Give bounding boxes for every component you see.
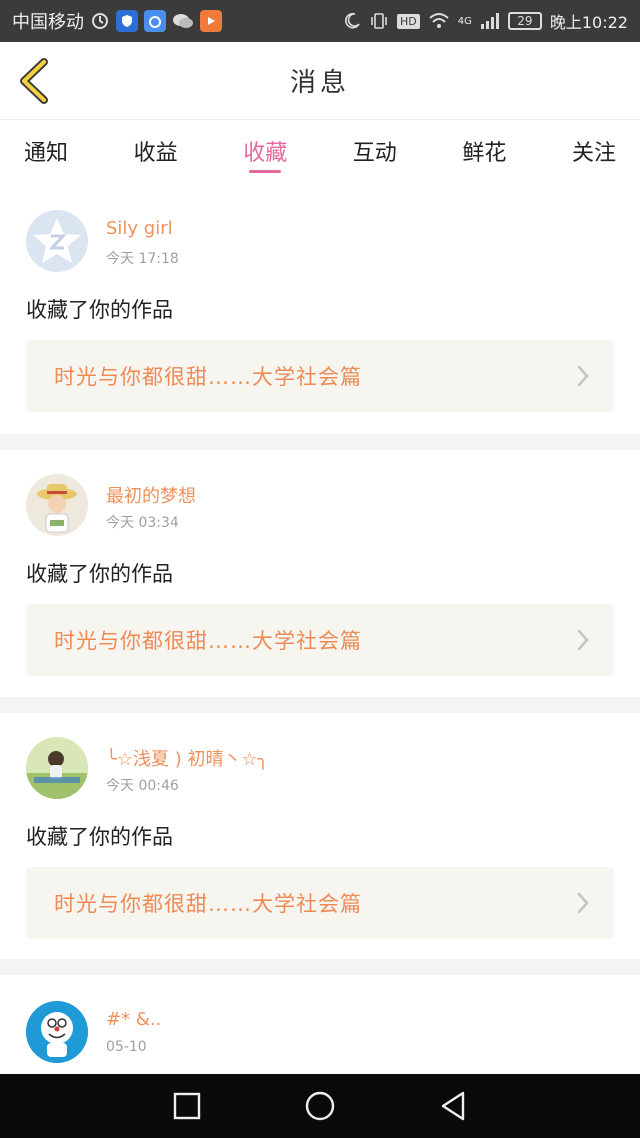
work-title: 时光与你都很甜……大学社会篇 xyxy=(54,365,362,389)
video-app-icon xyxy=(200,10,222,32)
tab-notifications[interactable]: 通知 xyxy=(24,121,68,183)
chevron-right-icon xyxy=(577,365,589,387)
username[interactable]: 最初的梦想 xyxy=(106,482,196,508)
message-card: 最初的梦想 今天 03:34 收藏了你的作品 时光与你都很甜……大学社会篇 xyxy=(0,450,640,696)
chevron-right-icon xyxy=(577,892,589,914)
shield-app-icon xyxy=(116,10,138,32)
avatar[interactable] xyxy=(26,737,88,799)
vibrate-icon xyxy=(369,11,389,31)
chevron-left-icon xyxy=(20,58,48,104)
recent-apps-button[interactable] xyxy=(163,1082,211,1130)
message-card: ╰☆浅夏 ) 初晴丶☆╮ 今天 00:46 收藏了你的作品 时光与你都很甜……大… xyxy=(0,713,640,959)
action-text: 收藏了你的作品 xyxy=(26,562,173,586)
action-text: 收藏了你的作品 xyxy=(26,825,173,849)
wechat-icon xyxy=(172,11,194,31)
network-label: 4G xyxy=(457,15,472,27)
tab-follows[interactable]: 关注 xyxy=(572,121,616,183)
tab-interactions[interactable]: 互动 xyxy=(353,121,397,183)
message-card: #* &.. 05-10 xyxy=(0,975,640,1075)
divider xyxy=(0,434,640,450)
circle-icon xyxy=(305,1091,335,1121)
timestamp: 05-10 xyxy=(106,1039,147,1055)
wifi-icon xyxy=(428,12,450,30)
clock: 晚上10:22 xyxy=(549,13,628,32)
tab-favorites[interactable]: 收藏 xyxy=(243,121,287,183)
work-link[interactable]: 时光与你都很甜……大学社会篇 xyxy=(26,867,614,939)
avatar[interactable] xyxy=(26,210,88,272)
tab-earnings[interactable]: 收益 xyxy=(134,121,178,183)
username[interactable]: Sily girl xyxy=(106,218,173,239)
avatar[interactable] xyxy=(26,1001,88,1063)
square-icon xyxy=(173,1092,200,1120)
sync-icon xyxy=(90,11,110,31)
username[interactable]: ╰☆浅夏 ) 初晴丶☆╮ xyxy=(106,745,268,771)
work-link[interactable]: 时光与你都很甜……大学社会篇 xyxy=(26,340,614,412)
timestamp: 今天 00:46 xyxy=(106,778,179,794)
hd-badge: HD xyxy=(397,13,420,29)
action-text: 收藏了你的作品 xyxy=(26,298,173,322)
chevron-right-icon xyxy=(577,629,589,651)
triangle-back-icon xyxy=(442,1091,465,1121)
timestamp: 今天 03:34 xyxy=(106,515,179,531)
status-bar: 中国移动 HD 4G 29 晚上10:22 xyxy=(0,0,640,42)
message-card: Sily girl 今天 17:18 收藏了你的作品 时光与你都很甜……大学社会… xyxy=(0,188,640,434)
page-title: 消息 xyxy=(289,68,350,98)
browser-app-icon xyxy=(144,10,166,32)
header: 消息 xyxy=(0,42,640,120)
divider xyxy=(0,959,640,975)
carrier-label: 中国移动 xyxy=(12,12,84,33)
tab-flowers[interactable]: 鲜花 xyxy=(462,121,506,183)
username[interactable]: #* &.. xyxy=(106,1009,161,1030)
back-nav-button[interactable] xyxy=(429,1082,477,1130)
back-button[interactable] xyxy=(18,58,50,104)
work-link[interactable]: 时光与你都很甜……大学社会篇 xyxy=(26,604,614,676)
work-title: 时光与你都很甜……大学社会篇 xyxy=(54,629,362,653)
timestamp: 今天 17:18 xyxy=(106,251,179,267)
divider xyxy=(0,697,640,713)
home-button[interactable] xyxy=(296,1082,344,1130)
avatar[interactable] xyxy=(26,474,88,536)
system-nav-bar xyxy=(0,1074,640,1138)
work-title: 时光与你都很甜……大学社会篇 xyxy=(54,892,362,916)
tab-bar: 通知 收益 收藏 互动 鲜花 关注 xyxy=(0,121,640,183)
moon-icon xyxy=(343,12,361,30)
signal-icon xyxy=(480,12,500,30)
battery-icon: 29 xyxy=(507,12,542,30)
